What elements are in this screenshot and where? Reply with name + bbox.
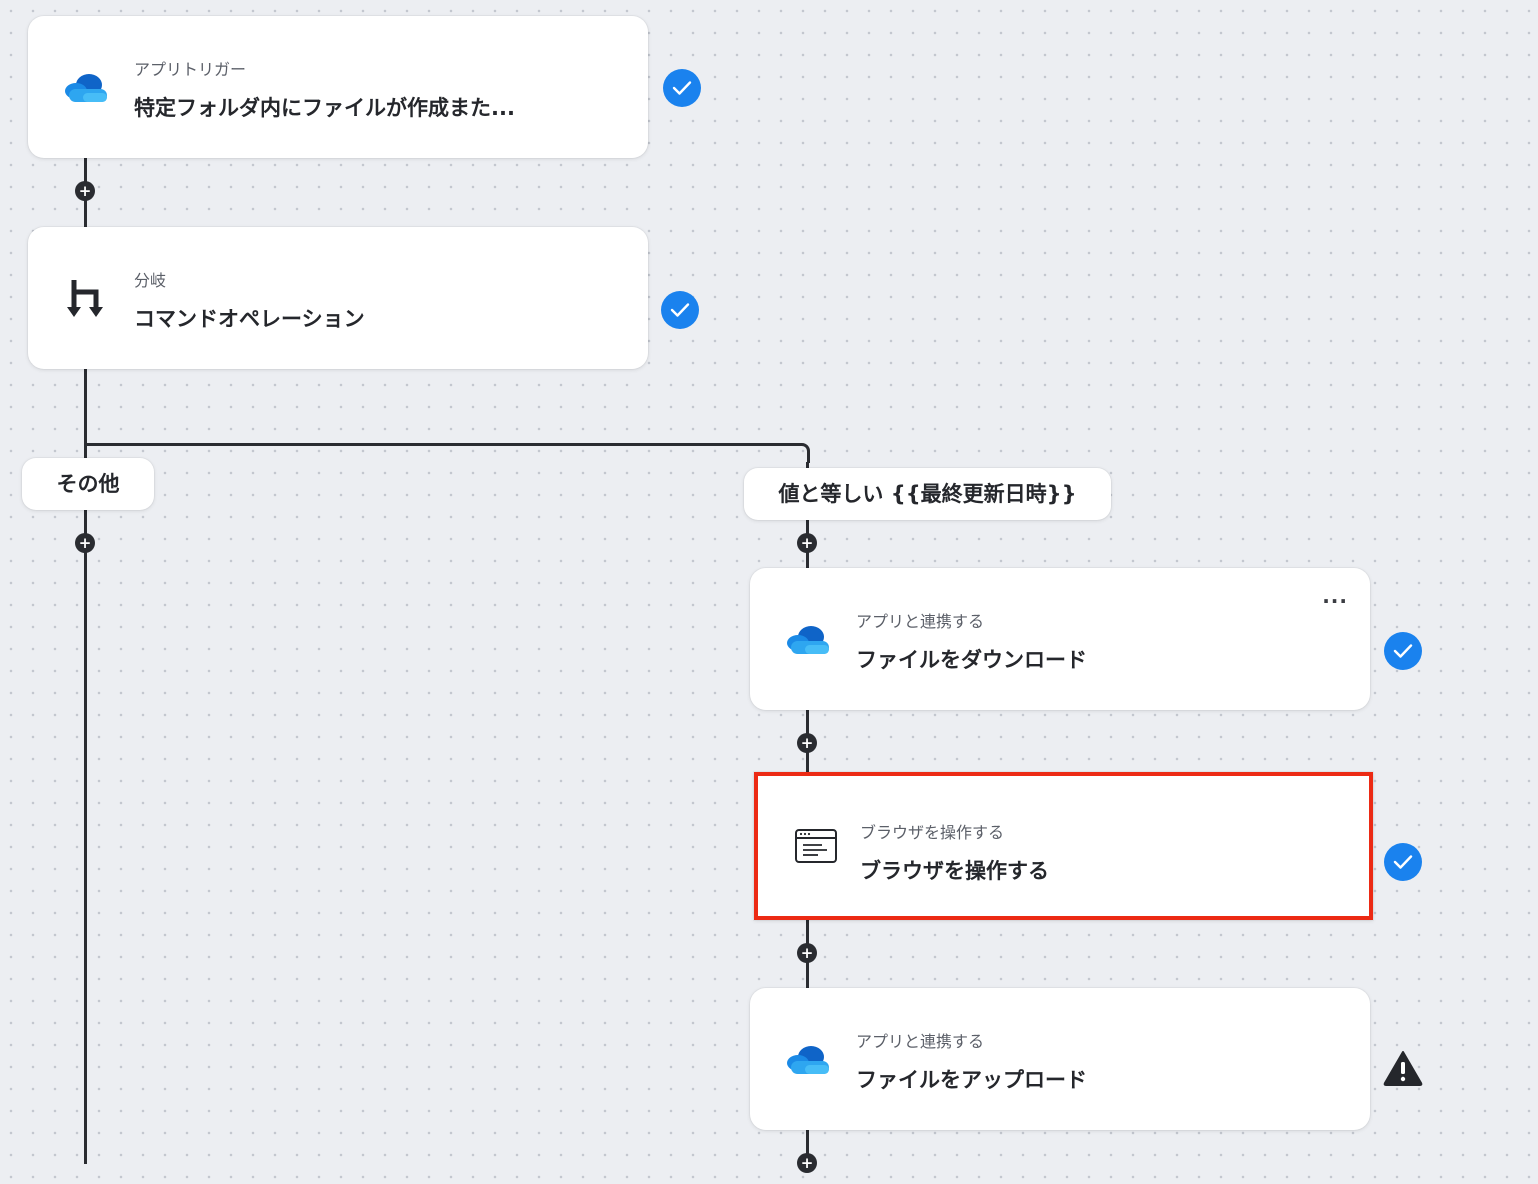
add-step-button[interactable]: +	[797, 533, 817, 553]
step-card-upload[interactable]: アプリと連携する ファイルをアップロード	[750, 988, 1370, 1130]
step-title: ファイルをダウンロード	[856, 648, 1087, 672]
browser-window-icon	[792, 822, 840, 870]
add-step-button[interactable]: +	[797, 733, 817, 753]
onedrive-icon	[784, 1035, 832, 1083]
completed-check-icon	[1384, 843, 1422, 881]
branch-icon	[62, 274, 110, 322]
branch-connector-line	[84, 443, 800, 446]
step-title: 特定フォルダ内にファイルが作成また...	[134, 96, 515, 120]
step-title: ブラウザを操作する	[860, 859, 1049, 883]
onedrive-icon	[62, 63, 110, 111]
completed-check-icon	[1384, 632, 1422, 670]
add-step-button[interactable]: +	[75, 533, 95, 553]
branch-label-other[interactable]: その他	[22, 458, 154, 510]
step-kicker: アプリトリガー	[134, 60, 247, 79]
add-step-button[interactable]: +	[797, 943, 817, 963]
warning-icon	[1383, 1050, 1423, 1086]
more-options-button[interactable]: ...	[1322, 584, 1348, 608]
add-step-button[interactable]: +	[75, 181, 95, 201]
add-step-button[interactable]: +	[797, 1153, 817, 1173]
completed-check-icon	[663, 69, 701, 107]
step-kicker: アプリと連携する	[856, 612, 985, 631]
onedrive-icon	[784, 615, 832, 663]
step-kicker: ブラウザを操作する	[860, 823, 1005, 842]
step-card-branch[interactable]: 分岐 コマンドオペレーション	[28, 227, 648, 369]
step-kicker: アプリと連携する	[856, 1032, 985, 1051]
step-card-browser[interactable]: ブラウザを操作する ブラウザを操作する	[754, 772, 1373, 920]
step-title: コマンドオペレーション	[134, 307, 365, 331]
completed-check-icon	[661, 291, 699, 329]
step-kicker: 分岐	[134, 271, 167, 290]
step-card-trigger[interactable]: アプリトリガー 特定フォルダ内にファイルが作成また...	[28, 16, 648, 158]
branch-label-condition[interactable]: 値と等しい {{最終更新日時}}	[744, 468, 1111, 520]
step-title: ファイルをアップロード	[856, 1068, 1087, 1092]
step-card-download[interactable]: アプリと連携する ファイルをダウンロード ...	[750, 568, 1370, 710]
branch-connector-corner	[790, 443, 810, 463]
